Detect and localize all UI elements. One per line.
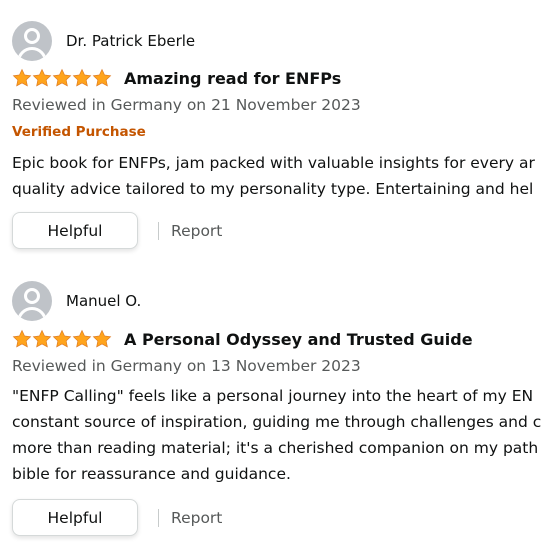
report-link[interactable]: Report (171, 509, 222, 527)
review-body-line: constant source of inspiration, guiding … (12, 413, 542, 431)
review-body-line: quality advice tailored to my personalit… (12, 180, 534, 198)
review-title-row: A Personal Odyssey and Trusted Guide (12, 329, 473, 349)
review-body-line: Epic book for ENFPs, jam packed with val… (12, 154, 535, 172)
avatar-body-icon (17, 307, 47, 321)
review-body-line: "ENFP Calling" feels like a personal jou… (12, 387, 534, 405)
avatar-head-icon (24, 288, 40, 304)
report-link[interactable]: Report (171, 222, 222, 240)
review-body: "ENFP Calling" feels like a personal jou… (12, 383, 560, 487)
review-actions: Helpful Report (12, 212, 222, 249)
star-icon (12, 68, 32, 87)
review-title[interactable]: Amazing read for ENFPs (124, 69, 341, 88)
star-icon (72, 329, 92, 348)
star-icon (52, 68, 72, 87)
review-body-line: bible for reassurance and guidance. (12, 465, 291, 483)
reviewer-profile[interactable]: Manuel O. (12, 281, 141, 321)
star-icon (52, 329, 72, 348)
review-title-row: Amazing read for ENFPs (12, 68, 341, 88)
avatar-head-icon (24, 28, 40, 44)
star-rating[interactable] (12, 329, 112, 349)
reviewer-profile[interactable]: Dr. Patrick Eberle (12, 21, 195, 61)
divider (158, 508, 159, 527)
review-body: Epic book for ENFPs, jam packed with val… (12, 150, 560, 202)
star-icon (12, 329, 32, 348)
review-date: Reviewed in Germany on 21 November 2023 (12, 96, 361, 114)
avatar (12, 281, 52, 321)
avatar (12, 21, 52, 61)
review-date: Reviewed in Germany on 13 November 2023 (12, 357, 361, 375)
helpful-button[interactable]: Helpful (12, 212, 138, 249)
reviewer-name[interactable]: Dr. Patrick Eberle (66, 32, 195, 50)
star-icon (92, 68, 112, 87)
review-title[interactable]: A Personal Odyssey and Trusted Guide (124, 330, 473, 349)
star-icon (32, 329, 52, 348)
reviewer-name[interactable]: Manuel O. (66, 292, 141, 310)
star-icon (72, 68, 92, 87)
review-actions: Helpful Report (12, 499, 222, 536)
star-icon (92, 329, 112, 348)
avatar-body-icon (17, 47, 47, 61)
review-body-line: more than reading material; it's a cheri… (12, 439, 539, 457)
star-icon (32, 68, 52, 87)
helpful-button[interactable]: Helpful (12, 499, 138, 536)
verified-purchase-badge: Verified Purchase (12, 124, 146, 140)
divider (158, 221, 159, 240)
star-rating[interactable] (12, 68, 112, 88)
